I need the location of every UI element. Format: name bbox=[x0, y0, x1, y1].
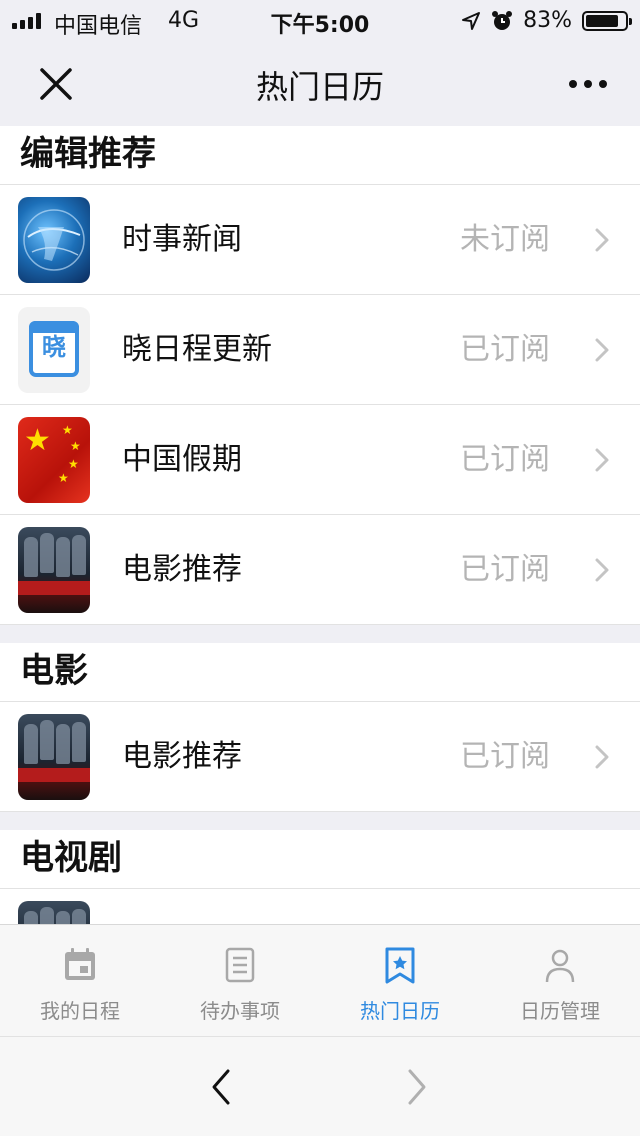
calendar-list: 编辑推荐 时事新闻 未订阅 晓 晓日程更新 已订阅 ★ ★ ★ ★ ★ 中国假期… bbox=[0, 126, 640, 924]
page-title: 热门日历 bbox=[255, 68, 384, 106]
chevron-right-icon bbox=[595, 338, 609, 362]
item-title: 晓日程更新 bbox=[122, 332, 272, 367]
alarm-clock-icon bbox=[492, 10, 513, 30]
movie-poster-icon bbox=[18, 714, 90, 800]
calendar-xiao-icon: 晓 bbox=[18, 307, 90, 393]
section-divider bbox=[0, 812, 640, 830]
tab-popular-calendars[interactable]: 热门日历 bbox=[320, 925, 480, 1037]
tab-my-schedule[interactable]: 我的日程 bbox=[0, 925, 160, 1037]
list-icon bbox=[225, 947, 255, 983]
globe-news-icon bbox=[18, 197, 90, 283]
item-title: 时事新闻 bbox=[122, 222, 242, 257]
battery-percent: 83% bbox=[523, 8, 572, 33]
navigation-bar: 热门日历 bbox=[0, 42, 640, 126]
section-title: 编辑推荐 bbox=[0, 126, 640, 185]
subscription-status: 已订阅 bbox=[460, 739, 550, 774]
list-item[interactable]: 电影推荐 已订阅 bbox=[0, 702, 640, 812]
location-arrow-icon bbox=[462, 11, 481, 30]
item-title: 电影推荐 bbox=[122, 552, 242, 587]
status-bar: 中国电信 4G 下午5:00 83% bbox=[0, 0, 640, 42]
tab-label: 日历管理 bbox=[520, 999, 600, 1023]
movie-poster-icon bbox=[18, 527, 90, 613]
chevron-right-icon bbox=[595, 558, 609, 582]
china-flag-icon: ★ ★ ★ ★ ★ bbox=[18, 417, 90, 503]
list-item[interactable] bbox=[0, 889, 640, 924]
bookmark-star-icon bbox=[385, 947, 415, 984]
subscription-status: 已订阅 bbox=[460, 552, 550, 587]
icon-glyph: 晓 bbox=[42, 333, 66, 361]
section-title: 电影 bbox=[0, 643, 640, 702]
list-item[interactable]: 电影推荐 已订阅 bbox=[0, 515, 640, 625]
list-item[interactable]: 晓 晓日程更新 已订阅 bbox=[0, 295, 640, 405]
subscription-status: 已订阅 bbox=[460, 442, 550, 477]
tab-todo[interactable]: 待办事项 bbox=[160, 925, 320, 1037]
tab-calendar-management[interactable]: 日历管理 bbox=[480, 925, 640, 1037]
chevron-right-icon bbox=[595, 228, 609, 252]
item-title: 中国假期 bbox=[122, 442, 242, 477]
section-title: 电视剧 bbox=[0, 830, 640, 889]
back-arrow-icon[interactable] bbox=[200, 1065, 240, 1109]
calendar-icon bbox=[65, 948, 95, 980]
chevron-right-icon bbox=[595, 745, 609, 769]
section-divider bbox=[0, 625, 640, 643]
list-item[interactable]: 时事新闻 未订阅 bbox=[0, 185, 640, 295]
more-options-icon[interactable] bbox=[560, 66, 616, 102]
list-item[interactable]: ★ ★ ★ ★ ★ 中国假期 已订阅 bbox=[0, 405, 640, 515]
browser-toolbar bbox=[0, 1036, 640, 1136]
item-title: 电影推荐 bbox=[122, 739, 242, 774]
tab-label: 我的日程 bbox=[40, 999, 120, 1023]
tab-label: 热门日历 bbox=[360, 999, 440, 1023]
movie-poster-icon bbox=[18, 901, 90, 924]
battery-icon bbox=[582, 10, 632, 31]
subscription-status: 已订阅 bbox=[460, 332, 550, 367]
chevron-right-icon bbox=[595, 448, 609, 472]
person-icon bbox=[545, 949, 575, 983]
tab-bar: 我的日程 待办事项 热门日历 日历管理 bbox=[0, 924, 640, 1036]
subscription-status: 未订阅 bbox=[460, 222, 550, 257]
forward-arrow-icon[interactable] bbox=[398, 1065, 438, 1109]
tab-label: 待办事项 bbox=[200, 999, 280, 1023]
